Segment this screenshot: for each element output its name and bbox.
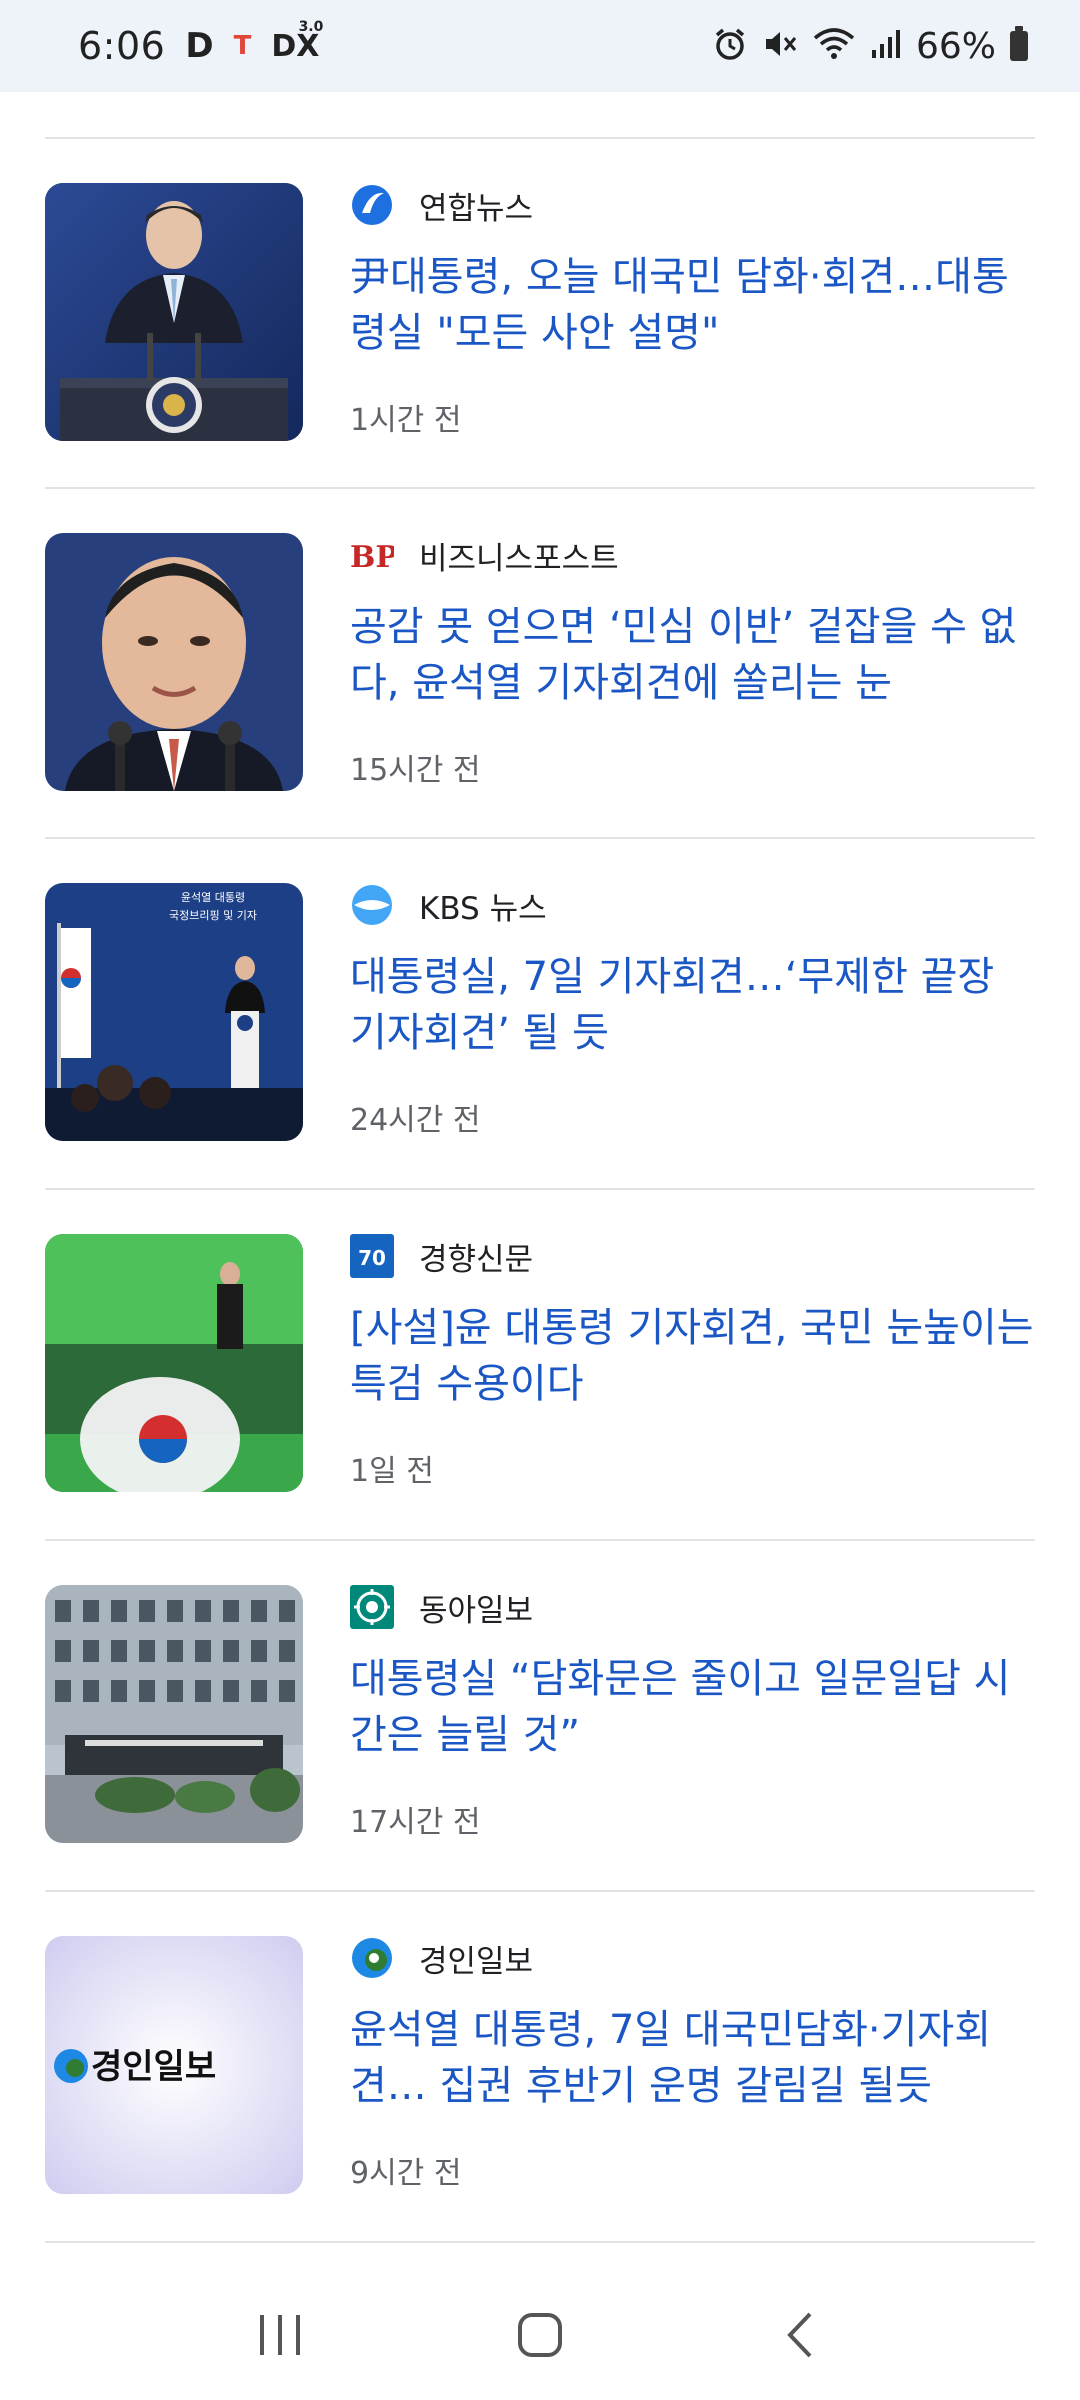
app-dx-notification-icon: DX 3.0	[271, 19, 323, 64]
clock: 6:06	[78, 24, 166, 68]
time-wrap: 1일 전	[350, 1234, 1040, 1494]
battery-icon	[1010, 26, 1028, 61]
status-bar: 6:06 D T DX 3.0 66%	[0, 0, 1080, 92]
home-button[interactable]	[500, 2295, 580, 2375]
home-icon	[518, 2313, 562, 2357]
news-card[interactable]: 윤석열 대통령 국정브리핑 및 기자 KBS 뉴스 대통령실, 7일 기자회견……	[45, 883, 1035, 1143]
status-bar-left: 6:06 D T DX 3.0	[78, 19, 323, 69]
back-icon	[787, 2312, 812, 2358]
time-wrap: 24시간 전	[350, 883, 1040, 1143]
article-thumbnail[interactable]	[45, 183, 303, 441]
article-time: 17시간 전	[350, 1805, 481, 1840]
divider	[45, 1539, 1035, 1541]
article-time: 1시간 전	[350, 403, 462, 438]
article-time: 1일 전	[350, 1454, 434, 1489]
time-wrap: 17시간 전	[350, 1585, 1040, 1845]
mute-icon	[762, 26, 798, 66]
kyeongin-ilbo-logo-image: 경인일보	[45, 1936, 303, 2194]
article-time: 24시간 전	[350, 1103, 481, 1138]
signal-icon	[870, 26, 902, 66]
time-wrap: 15시간 전	[350, 533, 1040, 793]
article-thumbnail[interactable]: 경인일보	[45, 1936, 303, 2194]
divider	[45, 137, 1035, 139]
system-nav-bar	[0, 2270, 1080, 2400]
president-closeup-photo	[45, 533, 303, 791]
thumb-caption-1: 윤석열 대통령	[181, 891, 245, 904]
app-t-notification-icon: T	[233, 31, 252, 61]
divider	[45, 837, 1035, 839]
president-podium-photo	[45, 183, 303, 441]
news-card[interactable]: 경인일보 경인일보 윤석열 대통령, 7일 대국민담화·기자회견… 집권 후반기…	[45, 1936, 1035, 2196]
back-button[interactable]	[760, 2295, 840, 2375]
app-dx-version: 3.0	[298, 18, 324, 35]
time-wrap: 9시간 전	[350, 1936, 1040, 2196]
wifi-icon	[812, 26, 856, 66]
article-time: 15시간 전	[350, 753, 481, 788]
news-card[interactable]: 70 경향신문 [사설]윤 대통령 기자회견, 국민 눈높이는 특검 수용이다 …	[45, 1234, 1035, 1494]
divider	[45, 1188, 1035, 1190]
thumb-caption-2: 국정브리핑 및 기자	[169, 909, 257, 922]
status-bar-right: 66%	[712, 26, 1028, 67]
news-card[interactable]: BP 비즈니스포스트 공감 못 얻으면 ‘민심 이반’ 겉잡을 수 없다, 윤석…	[45, 533, 1035, 793]
article-time: 9시간 전	[350, 2156, 462, 2191]
article-thumbnail[interactable]	[45, 1234, 303, 1492]
article-thumbnail[interactable]	[45, 1585, 303, 1843]
presidential-office-building-photo	[45, 1585, 303, 1843]
news-card[interactable]: 연합뉴스 尹대통령, 오늘 대국민 담화·회견…대통령실 "모든 사안 설명" …	[45, 183, 1035, 443]
alarm-icon	[712, 26, 748, 66]
article-thumbnail[interactable]	[45, 533, 303, 791]
divider	[45, 487, 1035, 489]
article-thumbnail[interactable]: 윤석열 대통령 국정브리핑 및 기자	[45, 883, 303, 1141]
recents-icon	[260, 2315, 300, 2355]
time-wrap: 1시간 전	[350, 183, 1040, 443]
news-card[interactable]: 동아일보 대통령실 “담화문은 줄이고 일문일답 시간은 늘릴 것” 17시간 …	[45, 1585, 1035, 1845]
battery-percent: 66%	[915, 25, 996, 67]
divider	[45, 2241, 1035, 2243]
thumb-logo-text: 경인일보	[91, 2047, 216, 2087]
press-briefing-photo: 윤석열 대통령 국정브리핑 및 기자	[45, 883, 303, 1141]
app-d-notification-icon: D	[185, 26, 214, 66]
divider	[45, 1890, 1035, 1892]
flag-stage-photo	[45, 1234, 303, 1492]
recents-button[interactable]	[240, 2295, 320, 2375]
